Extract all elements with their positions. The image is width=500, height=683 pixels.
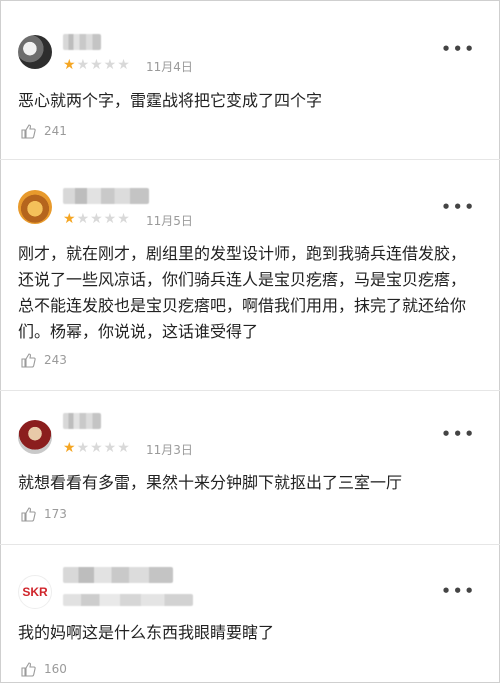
- thumbs-up-icon: [21, 507, 36, 522]
- comment-text: 就想看看有多雷，果然十来分钟脚下就抠出了三室一厅: [18, 473, 403, 492]
- more-dots-icon[interactable]: •••: [441, 198, 476, 216]
- username-blurred[interactable]: [63, 34, 101, 50]
- username-blurred[interactable]: [63, 567, 173, 583]
- more-dots-icon[interactable]: •••: [441, 582, 476, 600]
- comment-date: 11月5日: [146, 214, 193, 228]
- thumbs-up-icon: [21, 662, 36, 677]
- avatar[interactable]: [18, 35, 52, 69]
- avatar[interactable]: [18, 190, 52, 224]
- like-button[interactable]: 160: [20, 661, 67, 677]
- comment-text: 恶心就两个字，雷霆战将把它变成了四个字: [18, 91, 323, 110]
- comment-date: 11月3日: [146, 443, 193, 457]
- divider: [0, 390, 500, 391]
- meta-blurred: [63, 594, 193, 606]
- comment-text: 我的妈啊这是什么东西我眼睛要瞎了: [18, 623, 275, 642]
- skr-logo: SKR: [22, 585, 48, 599]
- username-blurred[interactable]: [63, 188, 149, 204]
- star-rating: ★★★★★: [63, 211, 131, 227]
- username-blurred[interactable]: [63, 413, 101, 429]
- star-rating: ★★★★★: [63, 57, 131, 73]
- avatar[interactable]: SKR: [18, 575, 52, 609]
- more-dots-icon[interactable]: •••: [441, 40, 476, 58]
- thumbs-up-icon: [21, 353, 36, 368]
- like-count: 160: [44, 662, 67, 676]
- like-count: 243: [44, 353, 67, 367]
- thumbs-up-icon: [21, 124, 36, 139]
- like-count: 241: [44, 124, 67, 138]
- like-button[interactable]: 243: [20, 352, 67, 368]
- divider: [0, 544, 500, 545]
- star-rating: ★★★★★: [63, 440, 131, 456]
- comment-text: 刚才，就在刚才，剧组里的发型设计师，跑到我骑兵连借发胶，还说了一些风凉话，你们骑…: [18, 244, 467, 341]
- like-button[interactable]: 173: [20, 506, 67, 522]
- comment-date: 11月4日: [146, 60, 193, 74]
- like-button[interactable]: 241: [20, 123, 67, 139]
- more-dots-icon[interactable]: •••: [441, 425, 476, 443]
- divider: [0, 159, 500, 160]
- avatar[interactable]: [18, 420, 52, 454]
- like-count: 173: [44, 507, 67, 521]
